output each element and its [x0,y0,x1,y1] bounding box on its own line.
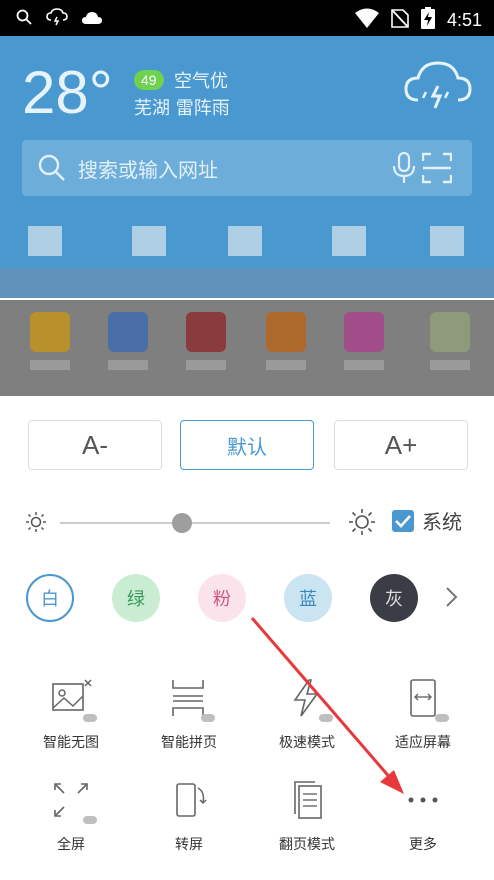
no-sim-icon [391,8,409,32]
app-tile[interactable] [344,312,384,352]
app-tile[interactable] [30,312,70,352]
battery-charging-icon [420,7,435,33]
thunderstorm-cloud-icon[interactable] [404,60,472,116]
fullscreen-icon [49,780,97,824]
feature-page-flip-mode[interactable]: 翻页模式 [252,780,362,854]
brightness-slider-thumb[interactable] [171,513,192,533]
cloud-icon [82,10,102,29]
search-bar[interactable]: 搜索或输入网址 [22,140,472,196]
toggle-indicator [201,714,215,722]
feature-more[interactable]: 更多 [368,780,478,854]
aqi-text[interactable]: 空气优 [174,67,228,93]
theme-pink[interactable]: 粉 [198,574,246,622]
shortcut-labels-area [0,268,494,298]
more-icon [401,780,445,824]
app-tile[interactable] [266,312,306,352]
system-brightness-label[interactable]: 系统 [422,506,462,535]
shortcut-tile[interactable] [332,226,366,256]
feature-smart-no-image[interactable]: 智能无图 [16,678,126,752]
font-default-button[interactable]: 默认 [180,420,314,470]
temperature[interactable]: 28° [22,58,113,127]
theme-green[interactable]: 绿 [112,574,160,622]
brightness-row: 系统 [24,508,474,538]
location-condition[interactable]: 芜湖 雷阵雨 [134,94,230,120]
status-bar: 4:51 [0,0,494,36]
brightness-high-icon [348,508,376,540]
theme-white[interactable]: 白 [26,574,74,622]
toggle-indicator [319,714,333,722]
shortcut-tile[interactable] [430,226,464,256]
shortcut-tile[interactable] [132,226,166,256]
feature-label: 适应屏幕 [395,735,451,751]
feature-label: 智能无图 [43,735,99,751]
toggle-indicator [435,714,449,722]
feature-label: 智能拼页 [161,735,217,751]
shortcut-tile[interactable] [28,226,62,256]
feature-label: 全屏 [57,837,85,853]
app-label [344,360,384,370]
search-icon [38,154,66,186]
app-label [266,360,306,370]
feature-label: 翻页模式 [279,837,335,853]
font-increase-button[interactable]: A+ [334,420,468,470]
system-brightness-checkbox[interactable] [392,510,414,532]
font-decrease-button[interactable]: A- [28,420,162,470]
theme-gray[interactable]: 灰 [370,574,418,622]
wifi-icon [354,8,379,32]
page-merge-icon [167,678,215,722]
feature-fit-screen[interactable]: 适应屏幕 [368,678,478,752]
aqi-badge[interactable]: 49 [134,70,164,90]
app-grid-dimmed [0,300,494,396]
theme-blue[interactable]: 蓝 [284,574,332,622]
feature-turbo-mode[interactable]: 极速模式 [252,678,362,752]
app-tile[interactable] [430,312,470,352]
search-icon [16,9,32,29]
fit-screen-icon [401,678,449,722]
app-tile[interactable] [186,312,226,352]
feature-rotate-screen[interactable]: 转屏 [134,780,244,854]
clock: 4:51 [446,9,482,30]
app-label [30,360,70,370]
microphone-icon[interactable] [392,151,416,188]
app-label [186,360,226,370]
feature-fullscreen[interactable]: 全屏 [16,780,126,854]
app-label [108,360,148,370]
toggle-indicator [83,816,97,824]
feature-label: 转屏 [175,837,203,853]
lightning-icon [285,678,333,722]
toggle-indicator [83,714,97,722]
feature-label: 极速模式 [279,735,335,751]
feature-label: 更多 [409,837,437,853]
app-tile[interactable] [108,312,148,352]
scan-icon[interactable] [421,152,453,188]
chevron-right-icon[interactable] [444,586,458,612]
brightness-low-icon [24,510,48,538]
reading-settings-panel: A- 默认 A+ 系统 白 绿 粉 蓝 灰 智能无图 智能拼页 极速模式 适应屏… [0,396,494,880]
shortcut-tile[interactable] [228,226,262,256]
page-flip-icon [285,780,329,824]
image-off-icon [49,678,97,722]
brightness-slider[interactable] [60,522,330,524]
feature-smart-page-merge[interactable]: 智能拼页 [134,678,244,752]
app-label [430,360,470,370]
rotate-screen-icon [167,780,211,824]
weather-thunder-icon [46,8,68,30]
search-placeholder[interactable]: 搜索或输入网址 [78,154,218,183]
